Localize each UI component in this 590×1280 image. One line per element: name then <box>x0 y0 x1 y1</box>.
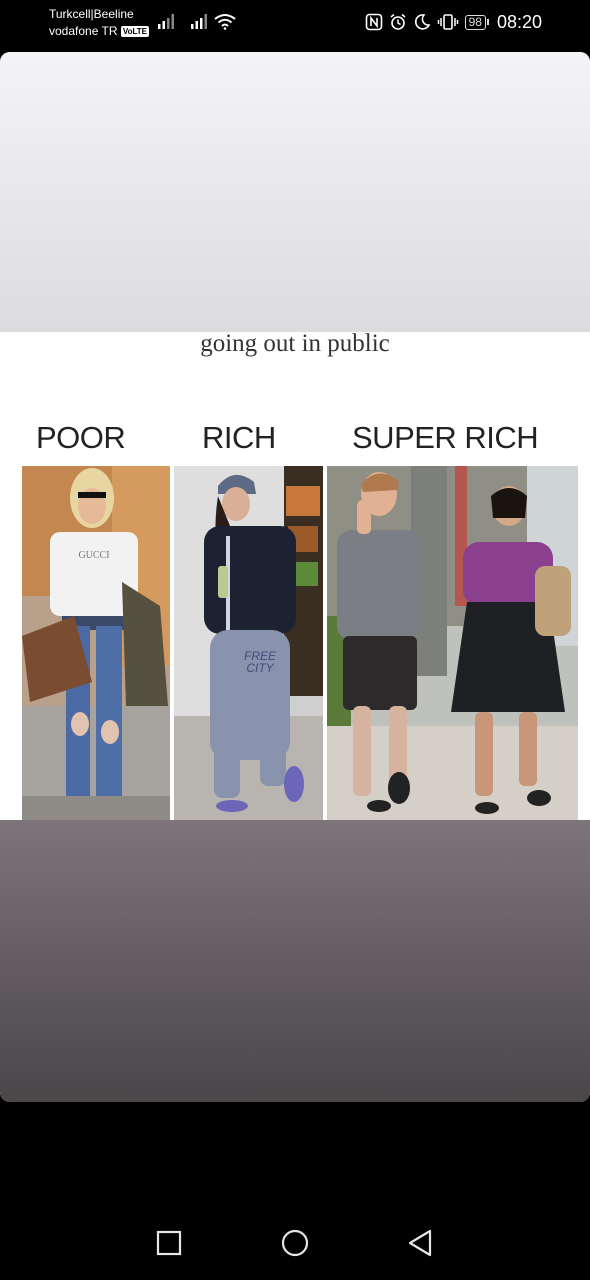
carrier-info: Turkcell|Beeline vodafone TR VoLTE <box>49 6 149 40</box>
carrier-secondary: vodafone TR VoLTE <box>49 23 149 40</box>
navigation-bar <box>0 1210 590 1280</box>
image-viewer-card[interactable]: going out in public POOR RICH SUPER RICH… <box>0 52 590 1102</box>
label-poor: POOR <box>36 420 126 455</box>
meme-caption: going out in public <box>200 330 390 357</box>
home-button[interactable] <box>280 1228 310 1263</box>
photo-poor: GUCCI <box>22 466 170 820</box>
label-super-rich: SUPER RICH <box>352 420 539 455</box>
circle-icon <box>280 1228 310 1263</box>
image-blurred-bottom <box>0 820 590 1102</box>
vibrate-icon <box>437 13 459 31</box>
photo-rich: FREE CITY <box>174 466 323 820</box>
volte-badge: VoLTE <box>120 26 149 37</box>
gucci-shirt-text: GUCCI <box>78 550 109 561</box>
label-rich: RICH <box>202 420 276 455</box>
square-icon <box>156 1230 182 1261</box>
carrier-primary: Turkcell|Beeline <box>49 7 134 21</box>
do-not-disturb-moon-icon <box>413 13 431 31</box>
signal-strength-icon <box>157 12 177 35</box>
nfc-icon <box>365 13 383 31</box>
recents-button[interactable] <box>154 1230 184 1260</box>
photo-super-rich <box>327 466 578 820</box>
image-blurred-top <box>0 52 590 332</box>
battery-icon: 98 <box>464 14 489 30</box>
clock: 08:20 <box>496 11 542 32</box>
battery-level: 98 <box>464 14 486 30</box>
free-city-text-2: CITY <box>246 661 274 675</box>
back-button[interactable] <box>405 1228 435 1263</box>
status-icons: 98 08:20 <box>365 10 542 34</box>
triangle-back-icon <box>406 1228 434 1263</box>
meme-image[interactable]: going out in public POOR RICH SUPER RICH… <box>0 330 590 820</box>
wifi-icon <box>213 12 237 35</box>
status-bar: Turkcell|Beeline vodafone TR VoLTE 98 08… <box>0 0 590 48</box>
carrier-secondary-label: vodafone TR <box>49 24 118 38</box>
alarm-icon <box>389 13 407 31</box>
signal-strength-2-icon <box>190 12 210 35</box>
